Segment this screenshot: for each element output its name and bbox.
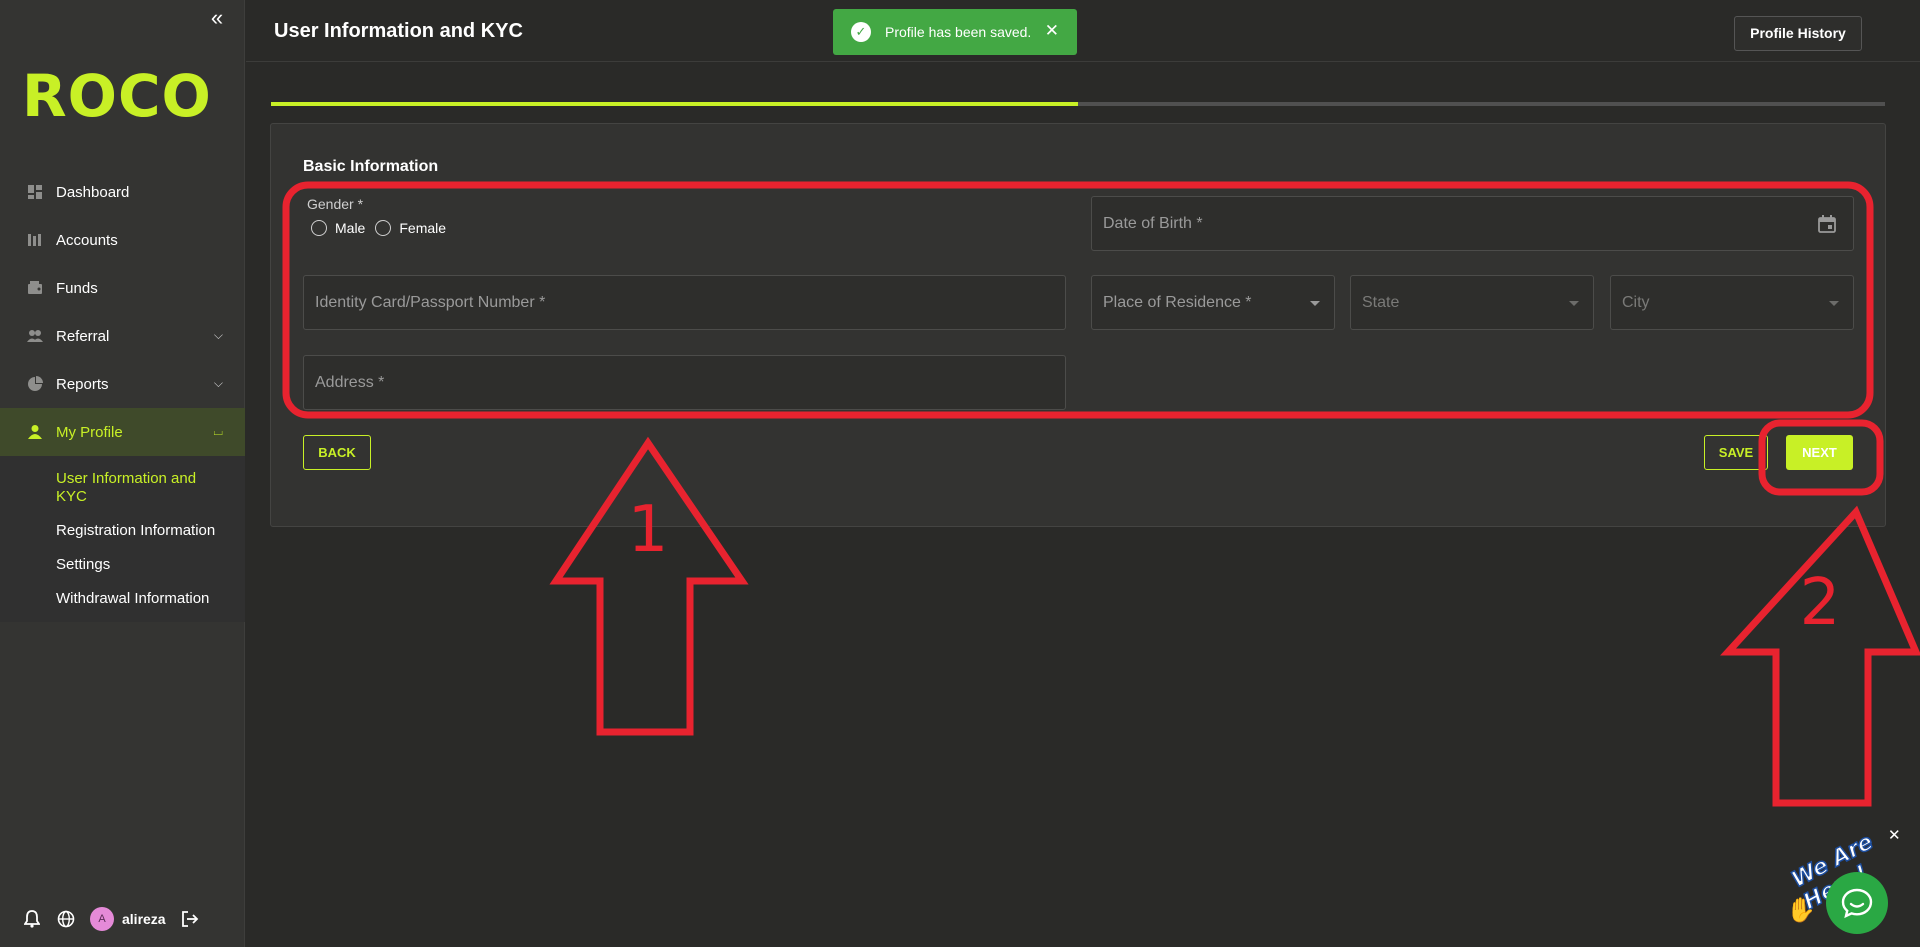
gender-female-radio[interactable] <box>375 220 392 236</box>
subnav-item-registration-information[interactable]: Registration Information <box>0 514 245 548</box>
roco-logo[interactable]: ROCO <box>22 62 212 130</box>
basic-information-card: Basic Information Gender * Male Female D… <box>270 123 1886 527</box>
calendar-icon[interactable] <box>1817 214 1837 234</box>
success-toast: ✓ Profile has been saved. ✕ <box>833 9 1077 55</box>
waving-hand-icon: ✋ <box>1786 897 1816 924</box>
sidebar-item-label: Reports <box>56 375 109 393</box>
back-button[interactable]: BACK <box>303 435 371 470</box>
date-of-birth-placeholder: Date of Birth * <box>1103 214 1203 232</box>
sidebar-item-label: Accounts <box>56 231 118 249</box>
caret-down-icon <box>1829 301 1839 306</box>
wallet-icon <box>26 279 44 297</box>
chat-launcher-button[interactable] <box>1826 872 1888 934</box>
profile-history-button[interactable]: Profile History <box>1734 16 1862 51</box>
username[interactable]: alireza <box>122 911 166 927</box>
chat-bubble-icon <box>1841 888 1873 919</box>
caret-down-icon <box>1310 301 1320 306</box>
toast-message: Profile has been saved. <box>885 24 1032 40</box>
gender-radio-group: Male Female <box>311 220 456 236</box>
sidebar-item-reports[interactable]: Reports ⌵ <box>0 360 245 408</box>
chevron-down-icon: ⌵ <box>213 376 223 390</box>
stepper-progress-fill <box>271 102 1078 106</box>
dashboard-icon <box>26 183 44 201</box>
person-icon <box>26 423 44 441</box>
date-of-birth-field[interactable]: Date of Birth * <box>1091 196 1854 251</box>
caret-down-icon <box>1569 301 1579 306</box>
bell-icon[interactable] <box>22 909 42 929</box>
globe-icon[interactable] <box>56 909 76 929</box>
chevron-down-icon: ⌵ <box>213 328 223 342</box>
page-title: User Information and KYC <box>274 20 523 42</box>
annotation-arrow-2 <box>1720 505 1920 807</box>
gender-male-radio[interactable] <box>311 220 327 236</box>
sidebar-item-referral[interactable]: Referral ⌵ <box>0 312 245 360</box>
identity-number-placeholder: Identity Card/Passport Number * <box>315 293 546 311</box>
sidebar-item-funds[interactable]: Funds <box>0 264 245 312</box>
subnav-item-user-information-kyc[interactable]: User Information and KYC <box>0 462 245 514</box>
sidebar-nav: Dashboard Accounts Funds Referral ⌵ Repo… <box>0 168 245 622</box>
sidebar-item-label: Dashboard <box>56 183 130 201</box>
users-icon <box>26 327 44 345</box>
sidebar: « ROCO Dashboard Accounts Funds Referral <box>0 0 245 947</box>
address-field[interactable]: Address * <box>303 355 1066 410</box>
city-placeholder: City <box>1622 293 1650 311</box>
sidebar-footer: A alireza <box>22 906 214 932</box>
state-select[interactable]: State <box>1350 275 1594 330</box>
sidebar-item-label: Referral <box>56 327 110 345</box>
close-icon[interactable]: ✕ <box>1045 21 1059 41</box>
place-of-residence-placeholder: Place of Residence * <box>1103 293 1252 311</box>
chevron-up-icon: ⌴ <box>213 424 223 438</box>
gender-female-label[interactable]: Female <box>399 220 446 236</box>
sidebar-item-accounts[interactable]: Accounts <box>0 216 245 264</box>
section-title: Basic Information <box>303 158 439 175</box>
city-select[interactable]: City <box>1610 275 1854 330</box>
state-placeholder: State <box>1362 293 1400 311</box>
sidebar-item-my-profile[interactable]: My Profile ⌴ <box>0 408 245 456</box>
gender-male-label[interactable]: Male <box>335 220 365 236</box>
next-button[interactable]: NEXT <box>1786 435 1853 470</box>
save-button[interactable]: SAVE <box>1704 435 1768 470</box>
sidebar-item-label: Funds <box>56 279 98 297</box>
place-of-residence-select[interactable]: Place of Residence * <box>1091 275 1335 330</box>
accounts-icon <box>26 231 44 249</box>
annotation-label-2: 2 <box>1800 566 1841 640</box>
check-circle-icon: ✓ <box>851 22 871 42</box>
subnav-item-settings[interactable]: Settings <box>0 548 245 582</box>
my-profile-submenu: User Information and KYC Registration In… <box>0 456 245 622</box>
sidebar-item-dashboard[interactable]: Dashboard <box>0 168 245 216</box>
page-header: User Information and KYC Profile History <box>246 0 1920 62</box>
sidebar-item-label: My Profile <box>56 423 123 441</box>
stepper-progress <box>271 102 1885 106</box>
logout-icon[interactable] <box>180 909 200 929</box>
pie-chart-icon <box>26 375 44 393</box>
gender-label: Gender * <box>307 196 364 212</box>
avatar[interactable]: A <box>90 907 114 931</box>
collapse-sidebar-icon[interactable]: « <box>207 7 227 29</box>
subnav-item-withdrawal-information[interactable]: Withdrawal Information <box>0 582 245 616</box>
identity-number-field[interactable]: Identity Card/Passport Number * <box>303 275 1066 330</box>
address-placeholder: Address * <box>315 373 385 391</box>
